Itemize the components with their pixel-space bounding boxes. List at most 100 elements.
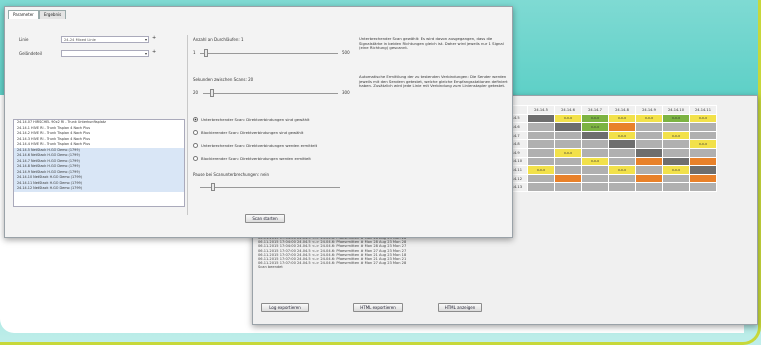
pause-slider[interactable]: [200, 183, 340, 191]
matrix-cell: [689, 173, 717, 184]
radio-label: Blockierender Scan: Direktverbindungen w…: [201, 156, 311, 161]
matrix-cell: [635, 139, 663, 149]
anzahl-slider[interactable]: [200, 49, 338, 57]
table-row: 24.14.11 x-x-x x-x-x x-x-x: [505, 165, 717, 175]
matrix-cell: [581, 182, 609, 192]
slider-thumb[interactable]: [211, 183, 216, 191]
radio-option-3[interactable]: Unterbrechender Scan: Direktverbindungen…: [193, 143, 317, 148]
radio-dot: [193, 117, 198, 122]
gelaendeteil-label: Geländeteil: [19, 51, 42, 56]
matrix-cell: [527, 130, 555, 141]
html-show-button[interactable]: HTML anzeigen: [438, 303, 482, 312]
matrix-cell: [608, 156, 636, 167]
slider-track: [200, 53, 338, 54]
matrix-cell: x-x-x: [635, 113, 663, 124]
html-export-button[interactable]: HTML exportieren: [353, 303, 403, 312]
matrix-cell: x-x-x: [581, 122, 609, 132]
matrix-cell: [581, 130, 609, 141]
table-row: 24.14.12: [505, 173, 717, 184]
list-item[interactable]: 24.14.12 NetStack H.GO Demo (1799): [14, 186, 184, 192]
radio-dot: [193, 143, 198, 148]
scan-start-button[interactable]: Scan starten: [245, 214, 285, 223]
matrix-cell: x-x-x: [689, 113, 717, 124]
matrix-cell: x-x-x: [608, 113, 636, 124]
column-header: 24.14.9: [635, 105, 663, 115]
gelaendeteil-select[interactable]: ▾: [61, 50, 149, 57]
radio-option-4[interactable]: Blockierender Scan: Direktverbindungen w…: [193, 156, 311, 161]
radio-option-2[interactable]: Blockierender Scan: Direktverbindungen s…: [193, 130, 303, 135]
table-row: 24.14.6x-x-x: [505, 122, 717, 132]
radio-label: Unterbrechender Scan: Direktverbindungen…: [201, 117, 310, 122]
tab-parameter[interactable]: Parameter: [8, 10, 39, 19]
radio-option-1[interactable]: Unterbrechender Scan: Direktverbindungen…: [193, 117, 310, 122]
matrix-cell: [581, 147, 609, 158]
add-gelaendeteil-icon[interactable]: +: [152, 49, 156, 55]
column-header: 24.14.8: [608, 105, 636, 115]
description-para-2: Automatische Ermittlung der zu testenden…: [359, 74, 508, 89]
matrix-cell: [662, 147, 690, 158]
matrix-cell: x-x-x: [662, 130, 690, 141]
matrix-cell: [608, 139, 636, 149]
pause-label: Pause bei Scanunterbrechungen: nein: [193, 172, 270, 177]
matrix-cell: [527, 113, 555, 124]
radio-dot: [193, 130, 198, 135]
log-export-button[interactable]: Log exportieren: [261, 303, 309, 312]
matrix-cell: [689, 165, 717, 175]
column-header: 24.14.10: [662, 105, 690, 115]
linie-value: 24-24 Mixed Linie: [64, 38, 96, 42]
chevron-down-icon: ▾: [144, 51, 147, 56]
results-matrix: 24.14.5 24.14.6 24.14.7 24.14.8 24.14.9 24.14…: [505, 105, 717, 192]
matrix-cell: [662, 156, 690, 167]
matrix-cell: [608, 182, 636, 192]
matrix-cell: [554, 122, 582, 132]
chevron-down-icon: ▾: [144, 37, 147, 42]
matrix-cell: x-x-x: [581, 156, 609, 167]
divider: [187, 35, 188, 215]
tab-ergebnis[interactable]: Ergebnis: [38, 10, 67, 19]
radio-label: Unterbrechender Scan: Direktverbindungen…: [201, 143, 318, 148]
matrix-cell: x-x-x: [554, 113, 582, 124]
matrix-cell: [635, 147, 663, 158]
column-header: 24.14.6: [554, 105, 582, 115]
matrix-cell: [554, 165, 582, 175]
matrix-cell: [554, 130, 582, 141]
matrix-cell: [554, 139, 582, 149]
matrix-cell: [581, 173, 609, 184]
slider-track: [200, 187, 340, 188]
column-header: 24.14.11: [689, 105, 717, 115]
slider-thumb[interactable]: [209, 89, 214, 97]
table-row: 24.14.10 x-x-x: [505, 156, 717, 167]
matrix-cell: [689, 182, 717, 192]
matrix-cell: [527, 173, 555, 184]
matrix-cell: [527, 156, 555, 167]
table-row: 24.14.7x-x-xx-x-x: [505, 130, 717, 141]
matrix-cell: [689, 147, 717, 158]
matrix-cell: [554, 173, 582, 184]
slider-track: [203, 93, 338, 94]
matrix-cell: x-x-x: [581, 113, 609, 124]
matrix-cell: x-x-x: [689, 139, 717, 149]
matrix-cell: [635, 182, 663, 192]
matrix-cell: [527, 147, 555, 158]
matrix-cell: [662, 182, 690, 192]
description-para-1: Unterbrechender Scan gewählt: Es wird da…: [359, 36, 504, 51]
sekunden-slider[interactable]: [203, 89, 338, 97]
linie-select[interactable]: 24-24 Mixed Linie ▾: [61, 36, 149, 43]
matrix-cell: [527, 122, 555, 132]
matrix-cell: [662, 173, 690, 184]
matrix-cell: [662, 139, 690, 149]
anzahl-min: 1: [193, 50, 196, 55]
matrix-cell: [662, 122, 690, 132]
line-listbox[interactable]: 24.14.07 HIRSCHEL 90x2 RI - Trunk Unterk…: [13, 119, 185, 207]
slider-thumb[interactable]: [204, 49, 209, 57]
matrix-cell: [581, 165, 609, 175]
add-linie-icon[interactable]: +: [152, 35, 156, 41]
matrix-cell: [554, 156, 582, 167]
matrix-cell: x-x-x: [527, 165, 555, 175]
matrix-cell: [608, 173, 636, 184]
sekunden-min: 20: [193, 90, 199, 95]
matrix-cell: [635, 156, 663, 167]
matrix-cell: x-x-x: [554, 147, 582, 158]
matrix-cell: [608, 147, 636, 158]
matrix-cell: [635, 122, 663, 132]
